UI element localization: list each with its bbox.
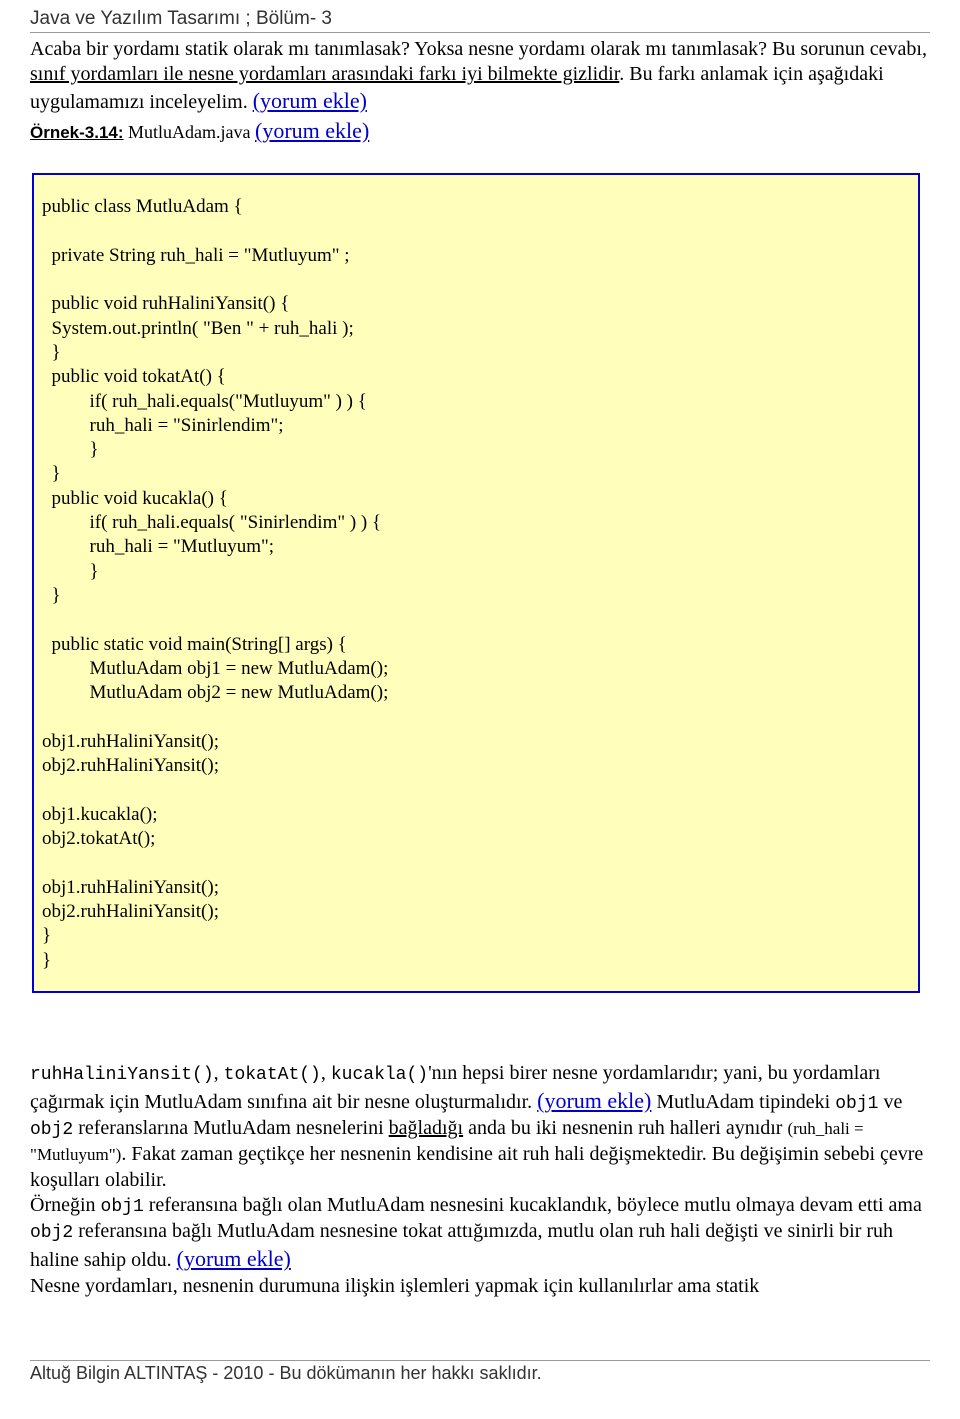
spacer — [30, 1021, 930, 1061]
text: referansına bağlı MutluAdam nesnesine to… — [30, 1220, 893, 1271]
body-paragraph-3: Nesne yordamları, nesnenin durumuna iliş… — [30, 1274, 930, 1300]
text: ve — [878, 1091, 902, 1113]
code-block: public class MutluAdam { private String … — [32, 173, 920, 993]
example-label: Örnek-3.14: — [30, 123, 124, 142]
code-inline: kucakla() — [331, 1065, 428, 1085]
footer: Altuğ Bilgin ALTINTAŞ - 2010 - Bu döküma… — [30, 1360, 930, 1384]
header-title: Java ve Yazılım Tasarımı ; Bölüm- 3 — [30, 8, 930, 33]
comment-link[interactable]: (yorum ekle) — [253, 88, 367, 113]
text: , — [321, 1062, 331, 1084]
comment-link[interactable]: (yorum ekle) — [177, 1246, 291, 1271]
intro-text-a: Acaba bir yordamı statik olarak mı tanım… — [30, 38, 927, 60]
comment-link[interactable]: (yorum ekle) — [537, 1088, 651, 1113]
intro-underlined: sınıf yordamları ile nesne yordamları ar… — [30, 63, 619, 85]
text: . Fakat zaman geçtikçe her nesnenin kend… — [30, 1143, 923, 1191]
code-inline: tokatAt() — [224, 1065, 321, 1085]
code-inline: obj1 — [835, 1094, 878, 1114]
code-inline: ruhHaliniYansit() — [30, 1065, 214, 1085]
text: anda bu iki nesnenin ruh halleri aynıdır — [463, 1117, 787, 1139]
text: , — [214, 1062, 224, 1084]
body-paragraph-2: Örneğin obj1 referansına bağlı olan Mutl… — [30, 1193, 930, 1274]
text: referansına bağlı olan MutluAdam nesnesi… — [144, 1194, 922, 1216]
example-line: Örnek-3.14: MutluAdam.java (yorum ekle) — [30, 117, 930, 145]
intro-paragraph: Acaba bir yordamı statik olarak mı tanım… — [30, 37, 930, 115]
code-inline: obj2 — [30, 1223, 73, 1243]
text: MutluAdam tipindeki — [651, 1091, 835, 1113]
page: Java ve Yazılım Tasarımı ; Bölüm- 3 Acab… — [0, 0, 960, 1414]
comment-link[interactable]: (yorum ekle) — [255, 118, 369, 143]
body-paragraph-1: ruhHaliniYansit(), tokatAt(), kucakla()'… — [30, 1061, 930, 1193]
text: Nesne yordamları, nesnenin durumuna iliş… — [30, 1275, 759, 1297]
code-inline: obj2 — [30, 1120, 73, 1140]
underlined-text: bağladığı — [389, 1117, 463, 1139]
text: referanslarına MutluAdam nesnelerini — [73, 1117, 388, 1139]
example-file: MutluAdam.java — [124, 122, 255, 142]
text: Örneğin — [30, 1194, 101, 1216]
code-inline: obj1 — [101, 1197, 144, 1217]
